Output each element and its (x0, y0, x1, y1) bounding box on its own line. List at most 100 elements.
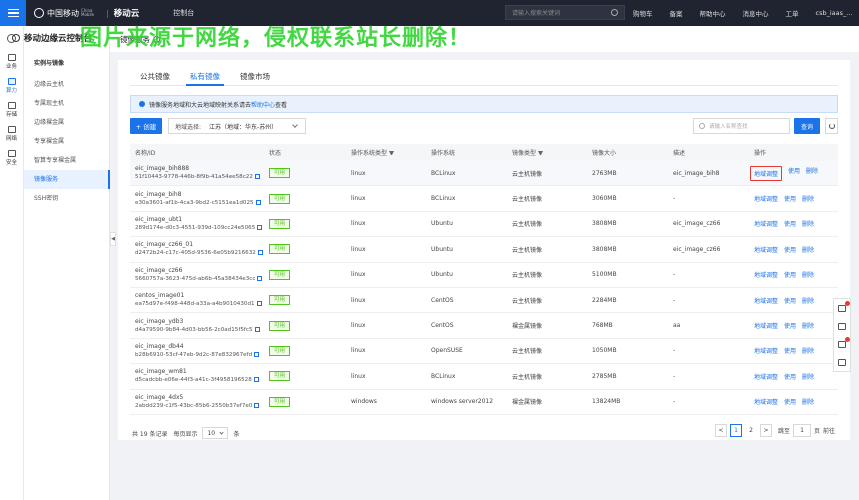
sidebar-item-edge-baremetal[interactable]: 边缘裸金属 (24, 113, 110, 132)
region-adjust-link[interactable]: 地域调整 (754, 397, 778, 406)
copy-icon[interactable] (254, 351, 260, 357)
console-link[interactable]: 控制台 (173, 8, 194, 18)
use-link[interactable]: 使用 (784, 219, 796, 228)
tab-public-images[interactable]: 公共镜像 (130, 68, 180, 85)
refresh-button[interactable] (825, 118, 838, 134)
copy-icon[interactable] (253, 377, 259, 383)
delete-link[interactable]: 删除 (802, 321, 814, 330)
page-size-select[interactable]: 10 (202, 427, 229, 439)
region-adjust-link[interactable]: 地域调整 (754, 194, 778, 203)
image-name[interactable]: eic_image_ubt1 (135, 216, 269, 224)
delete-link[interactable]: 删除 (802, 372, 814, 381)
sidebar-item-dedicated-host[interactable]: 专属现主机 (24, 94, 110, 113)
cart-link[interactable]: 购物车 (633, 8, 653, 18)
delete-link[interactable]: 删除 (806, 166, 818, 181)
delete-link[interactable]: 删除 (802, 245, 814, 254)
region-adjust-link[interactable]: 地域调整 (754, 346, 778, 355)
image-name[interactable]: eic_image_wm81 (135, 368, 269, 376)
nav-compute[interactable]: 算力 (0, 74, 23, 98)
next-page-button[interactable]: > (760, 424, 772, 437)
page-2-button[interactable]: 2 (745, 424, 757, 437)
image-type: 裸金属镜像 (512, 323, 543, 331)
copy-icon[interactable] (256, 301, 262, 307)
use-link[interactable]: 使用 (784, 296, 796, 305)
use-link[interactable]: 使用 (784, 245, 796, 254)
message-link[interactable]: 消息中心 (743, 8, 769, 18)
image-size: 13824MB (592, 398, 621, 406)
region-adjust-link[interactable]: 地域调整 (754, 219, 778, 228)
name-search-input[interactable]: 请输入名称查找 (693, 118, 790, 134)
filter-icon[interactable] (389, 151, 395, 156)
chat-icon[interactable] (838, 336, 850, 348)
logo[interactable]: 中国移动 China Mobile | 移动云 (34, 7, 139, 19)
region-adjust-link[interactable]: 地域调整 (754, 296, 778, 305)
region-select[interactable]: 地域选择: 江苏（地域：华东-苏州） (168, 118, 306, 134)
delete-link[interactable]: 删除 (802, 194, 814, 203)
use-link[interactable]: 使用 (784, 270, 796, 279)
sidebar-item-exclusive-baremetal[interactable]: 专享裸金属 (24, 132, 110, 151)
delete-link[interactable]: 删除 (802, 346, 814, 355)
page-1-button[interactable]: 1 (730, 424, 742, 437)
nav-security[interactable]: 安全 (0, 146, 23, 170)
image-name[interactable]: eic_image_ydb3 (135, 318, 269, 326)
go-button[interactable]: 前往 (823, 426, 835, 435)
image-name[interactable]: centos_image01 (135, 292, 269, 300)
region-adjust-link[interactable]: 地域调整 (754, 245, 778, 254)
image-name[interactable]: eic_image_4dx5 (135, 394, 269, 402)
help-center-link[interactable]: 帮助中心 (251, 100, 275, 109)
image-name[interactable]: eic_image_cz66 (135, 267, 269, 275)
use-link[interactable]: 使用 (784, 397, 796, 406)
copy-icon[interactable] (254, 326, 260, 332)
jump-page-input[interactable]: 1 (793, 424, 812, 437)
sidebar-item-ssh-key[interactable]: SSH密钥 (24, 189, 110, 208)
prev-page-button[interactable]: < (715, 424, 727, 437)
sidebar-item-edge-host[interactable]: 边缘云主机 (24, 75, 110, 94)
image-desc: - (673, 195, 676, 203)
use-link[interactable]: 使用 (784, 321, 796, 330)
filter-icon[interactable] (538, 151, 544, 156)
help-link[interactable]: 帮助中心 (700, 8, 726, 18)
image-name[interactable]: eic_image_db44 (135, 343, 269, 351)
nav-business[interactable]: 业务 (0, 50, 23, 74)
menu-icon[interactable] (0, 0, 26, 26)
copy-icon[interactable] (254, 402, 260, 408)
copy-icon[interactable] (255, 199, 261, 205)
list-icon[interactable] (838, 358, 846, 366)
help-icon[interactable]: ? (153, 35, 160, 43)
region-adjust-link[interactable]: 地域调整 (754, 270, 778, 279)
image-name[interactable]: eic_image_cz66_01 (135, 241, 269, 249)
region-adjust-link[interactable]: 地域调整 (754, 372, 778, 381)
region-adjust-link[interactable]: 地域调整 (750, 165, 783, 181)
create-button[interactable]: + 创建 (130, 118, 162, 134)
ticket-link[interactable]: 工单 (786, 8, 799, 18)
region-adjust-link[interactable]: 地域调整 (754, 321, 778, 330)
tab-private-images[interactable]: 私有镜像 (180, 68, 230, 86)
delete-link[interactable]: 删除 (802, 397, 814, 406)
sidebar-item-image-service[interactable]: 镜像服务 (24, 170, 110, 189)
copy-icon[interactable] (257, 275, 263, 281)
copy-icon[interactable] (254, 174, 260, 180)
search-button[interactable]: 查询 (794, 118, 820, 134)
user-menu[interactable]: csb_iaas_... (816, 9, 853, 17)
copy-icon[interactable] (257, 250, 263, 256)
search-icon[interactable] (611, 9, 618, 16)
nav-network[interactable]: 网络 (0, 122, 23, 146)
icp-link[interactable]: 备案 (670, 8, 683, 18)
nav-storage[interactable]: 存储 (0, 98, 23, 122)
use-link[interactable]: 使用 (784, 372, 796, 381)
delete-link[interactable]: 删除 (802, 219, 814, 228)
tab-image-market[interactable]: 镜像市场 (230, 68, 280, 85)
image-name[interactable]: eic_image_bih888 (135, 165, 269, 173)
sidebar-item-ai-baremetal[interactable]: 智算专享裸金属 (24, 151, 110, 170)
image-name[interactable]: eic_image_bih8 (135, 191, 269, 199)
global-search-input[interactable]: 请输入搜索关键词 (505, 5, 625, 20)
use-link[interactable]: 使用 (788, 166, 800, 181)
document-icon[interactable] (838, 322, 846, 330)
use-link[interactable]: 使用 (784, 194, 796, 203)
collapse-sidebar-handle[interactable]: ◀ (110, 232, 116, 246)
copy-icon[interactable] (257, 224, 263, 230)
delete-link[interactable]: 删除 (802, 296, 814, 305)
delete-link[interactable]: 删除 (802, 270, 814, 279)
use-link[interactable]: 使用 (784, 346, 796, 355)
edit-icon[interactable] (838, 300, 850, 312)
